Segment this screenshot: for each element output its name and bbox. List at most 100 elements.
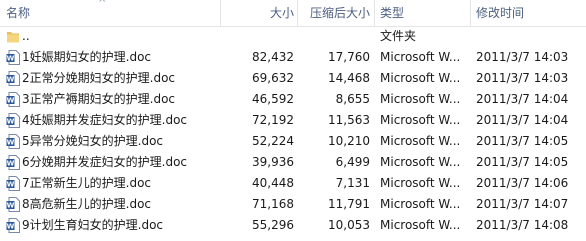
file-row[interactable]: W 8高危新生儿的护理.doc 71,168 11,791 Microsoft … xyxy=(0,194,586,215)
file-name: .. xyxy=(22,29,30,43)
file-compressed-size: 17,760 xyxy=(328,50,370,64)
file-name-cell: W 9计划生育妇女的护理.doc xyxy=(2,215,220,236)
file-row[interactable]: W 5异常分娩妇女的护理.doc 52,224 10,210 Microsoft… xyxy=(0,131,586,152)
word-doc-icon: W xyxy=(6,92,20,107)
file-modified: 2011/3/7 14:04 xyxy=(476,113,569,127)
column-header-name[interactable]: 名称 xyxy=(6,0,30,26)
file-type: Microsoft W... xyxy=(380,92,461,106)
file-size xyxy=(222,26,294,47)
file-type: 文件夹 xyxy=(380,29,417,43)
column-header-size-label: 大小 xyxy=(269,6,294,20)
file-modified: 2011/3/7 14:07 xyxy=(476,197,569,211)
file-type: Microsoft W... xyxy=(380,176,461,190)
svg-text:W: W xyxy=(7,202,15,210)
word-doc-icon: W xyxy=(6,197,20,212)
column-header-modified[interactable]: 修改时间 xyxy=(476,0,524,26)
file-size: 71,168 xyxy=(252,197,294,211)
file-name: 1妊娠期妇女的护理.doc xyxy=(22,50,152,64)
file-modified: 2011/3/7 14:08 xyxy=(476,218,569,232)
file-size: 39,936 xyxy=(252,155,294,169)
file-name-cell: W 2正常分娩期妇女的护理.doc xyxy=(2,68,220,89)
file-type: Microsoft W... xyxy=(380,113,461,127)
file-compressed-size: 11,791 xyxy=(328,197,370,211)
file-list: .. 文件夹 W 1妊娠期妇女的护理.doc 82,432 17,760 Mic… xyxy=(0,26,586,236)
file-type: Microsoft W... xyxy=(380,218,461,232)
file-compressed-size: 7,131 xyxy=(335,176,370,190)
svg-text:W: W xyxy=(7,118,15,126)
column-header-compressed-label: 压缩后大小 xyxy=(309,6,370,20)
file-name: 5异常分娩妇女的护理.doc xyxy=(22,134,164,148)
file-name: 3正常产褥期妇女的护理.doc xyxy=(22,92,176,106)
file-type: Microsoft W... xyxy=(380,155,461,169)
svg-text:W: W xyxy=(7,160,15,168)
file-size: 69,632 xyxy=(252,71,294,85)
file-size: 52,224 xyxy=(252,134,294,148)
column-header-size[interactable]: 大小 xyxy=(222,0,294,26)
file-modified: 2011/3/7 14:05 xyxy=(476,134,569,148)
folder-icon xyxy=(7,32,19,43)
file-type: Microsoft W... xyxy=(380,71,461,85)
word-doc-icon: W xyxy=(6,50,20,65)
file-modified xyxy=(476,26,584,47)
file-type: Microsoft W... xyxy=(380,50,461,64)
file-type: Microsoft W... xyxy=(380,197,461,211)
file-name: 8高危新生儿的护理.doc xyxy=(22,197,152,211)
column-header-name-label: 名称 xyxy=(6,6,31,20)
file-compressed-size: 14,468 xyxy=(328,71,370,85)
column-header-bar: 名称 ^ 大小 压缩后大小 类型 修改时间 xyxy=(0,0,586,27)
file-row-parent[interactable]: .. 文件夹 xyxy=(0,26,586,47)
file-compressed-size: 8,655 xyxy=(335,92,370,106)
file-name-cell: W 6分娩期并发症妇女的护理.doc xyxy=(2,152,220,173)
file-name: 7正常新生儿的护理.doc xyxy=(22,176,152,190)
word-doc-icon: W xyxy=(6,155,20,170)
file-row[interactable]: W 4妊娠期并发症妇女的护理.doc 72,192 11,563 Microso… xyxy=(0,110,586,131)
column-header-modified-label: 修改时间 xyxy=(476,6,525,20)
file-name: 6分娩期并发症妇女的护理.doc xyxy=(22,155,188,169)
file-compressed-size: 10,053 xyxy=(328,218,370,232)
column-header-type[interactable]: 类型 xyxy=(380,0,404,26)
file-name: 4妊娠期并发症妇女的护理.doc xyxy=(22,113,188,127)
file-name-cell: W 1妊娠期妇女的护理.doc xyxy=(2,47,220,68)
file-name: 9计划生育妇女的护理.doc xyxy=(22,218,164,232)
file-compressed-size: 10,210 xyxy=(328,134,370,148)
file-size: 72,192 xyxy=(252,113,294,127)
file-row[interactable]: W 6分娩期并发症妇女的护理.doc 39,936 6,499 Microsof… xyxy=(0,152,586,173)
file-name-cell: W 5异常分娩妇女的护理.doc xyxy=(2,131,220,152)
column-divider[interactable] xyxy=(220,0,221,26)
column-header-type-label: 类型 xyxy=(380,6,405,20)
file-modified: 2011/3/7 14:06 xyxy=(476,176,569,190)
file-row[interactable]: W 9计划生育妇女的护理.doc 55,296 10,053 Microsoft… xyxy=(0,215,586,236)
column-header-compressed[interactable]: 压缩后大小 xyxy=(298,0,370,26)
file-compressed-size: 6,499 xyxy=(335,155,370,169)
file-modified: 2011/3/7 14:03 xyxy=(476,71,569,85)
file-name-cell: W 3正常产褥期妇女的护理.doc xyxy=(2,89,220,110)
word-doc-icon: W xyxy=(6,218,20,233)
file-row[interactable]: W 7正常新生儿的护理.doc 40,448 7,131 Microsoft W… xyxy=(0,173,586,194)
file-size: 82,432 xyxy=(252,50,294,64)
file-name: 2正常分娩期妇女的护理.doc xyxy=(22,71,176,85)
file-size: 40,448 xyxy=(252,176,294,190)
file-size: 46,592 xyxy=(252,92,294,106)
file-name-cell: W 4妊娠期并发症妇女的护理.doc xyxy=(2,110,220,131)
column-divider[interactable] xyxy=(374,0,375,26)
file-name-cell: .. xyxy=(2,26,220,47)
file-row[interactable]: W 3正常产褥期妇女的护理.doc 46,592 8,655 Microsoft… xyxy=(0,89,586,110)
column-divider[interactable] xyxy=(470,0,471,26)
svg-text:W: W xyxy=(7,55,15,63)
svg-text:W: W xyxy=(7,76,15,84)
svg-text:W: W xyxy=(7,181,15,189)
word-doc-icon: W xyxy=(6,113,20,128)
file-compressed-size: 11,563 xyxy=(328,113,370,127)
word-doc-icon: W xyxy=(6,71,20,86)
svg-text:W: W xyxy=(7,223,15,231)
sort-ascending-icon: ^ xyxy=(98,0,107,9)
file-name-cell: W 8高危新生儿的护理.doc xyxy=(2,194,220,215)
file-row[interactable]: W 1妊娠期妇女的护理.doc 82,432 17,760 Microsoft … xyxy=(0,47,586,68)
file-compressed-size xyxy=(298,26,370,47)
file-type: Microsoft W... xyxy=(380,134,461,148)
file-size: 55,296 xyxy=(252,218,294,232)
word-doc-icon: W xyxy=(6,176,20,191)
file-row[interactable]: W 2正常分娩期妇女的护理.doc 69,632 14,468 Microsof… xyxy=(0,68,586,89)
file-modified: 2011/3/7 14:04 xyxy=(476,92,569,106)
file-modified: 2011/3/7 14:03 xyxy=(476,50,569,64)
